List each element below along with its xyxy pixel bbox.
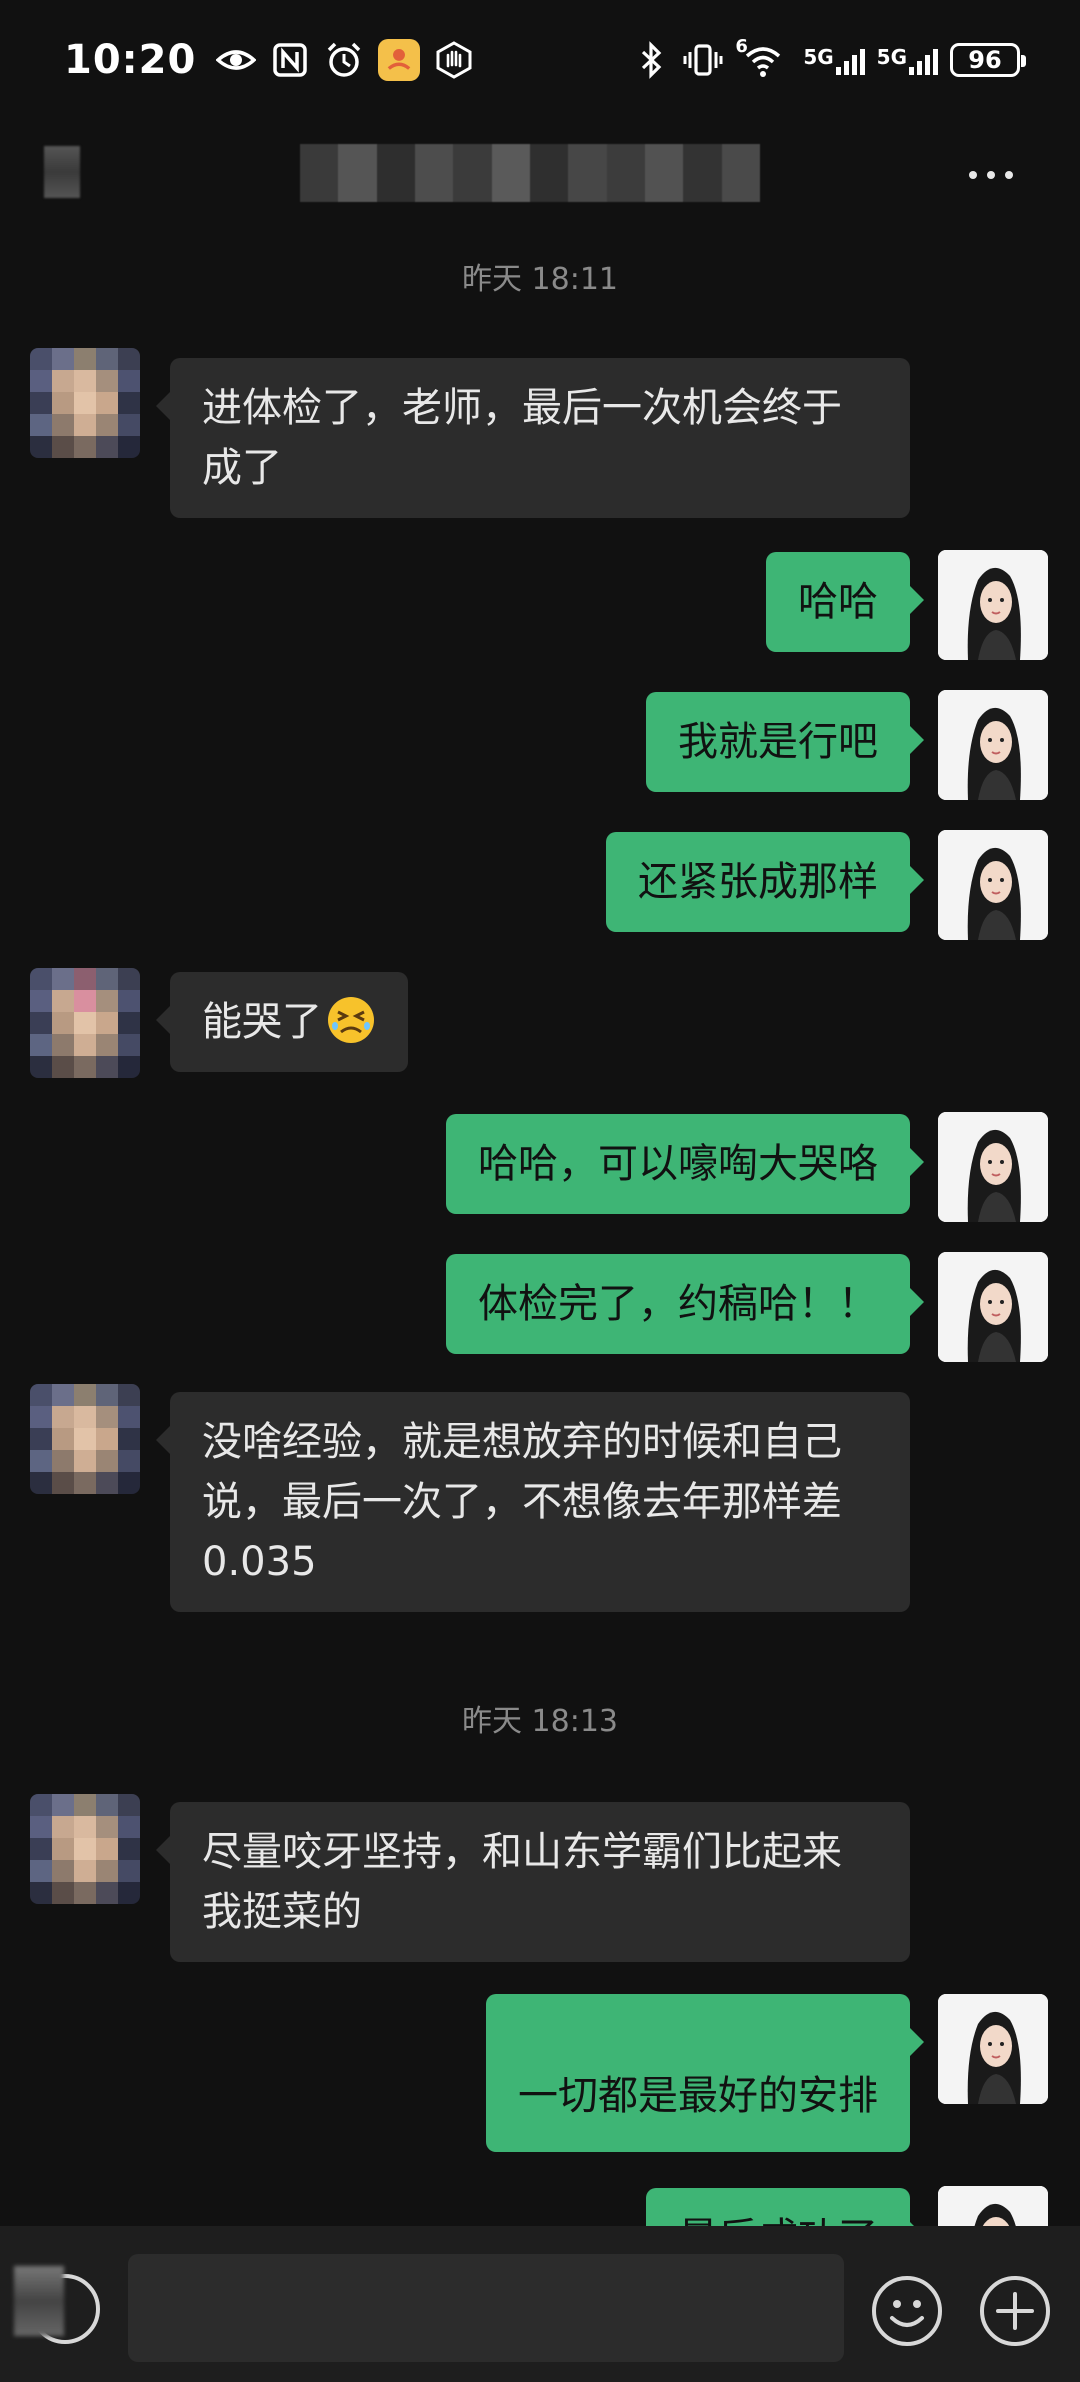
emoji-icon[interactable] (870, 2274, 944, 2348)
vibrate-icon (683, 40, 723, 80)
my-avatar[interactable] (938, 690, 1048, 800)
sent-message-bubble[interactable]: 一切都是最好的安排 (486, 1994, 924, 2152)
received-message-bubble[interactable]: 能哭了 (156, 972, 408, 1072)
contact-avatar[interactable] (30, 1794, 140, 1904)
back-icon[interactable] (44, 146, 80, 198)
partial-message-row: 最后成功了 (0, 2180, 1080, 2226)
hand-icon (434, 40, 474, 80)
app-notification-icon (378, 39, 421, 81)
received-message-bubble[interactable]: 尽量咬牙坚持，和山东学霸们比起来我挺菜的 (156, 1802, 910, 1962)
signal-5g-icon: 5G (803, 45, 865, 75)
contact-avatar[interactable] (30, 348, 140, 458)
voice-icon-blur (14, 2266, 64, 2336)
my-avatar[interactable] (938, 1112, 1048, 1222)
message-text: 能哭了 (202, 999, 322, 1045)
chat-header (0, 130, 1080, 220)
my-avatar[interactable] (938, 830, 1048, 940)
network-label-1: 5G (803, 45, 834, 69)
sent-message-bubble[interactable]: 哈哈，可以嚎啕大哭咯 (446, 1114, 924, 1214)
bluetooth-icon (631, 40, 671, 80)
battery-level: 96 (968, 46, 1002, 74)
eye-icon (216, 40, 257, 80)
contact-name-blurred (300, 144, 760, 202)
wifi-icon: 6 (735, 36, 791, 80)
status-time: 10:20 (64, 37, 197, 83)
sent-message-bubble[interactable]: 我就是行吧 (646, 692, 924, 792)
contact-avatar[interactable] (30, 968, 140, 1078)
persevering-face-icon (328, 997, 374, 1043)
input-bar (0, 2226, 1080, 2382)
nfc-icon (270, 40, 310, 80)
sent-message-bubble[interactable]: 还紧张成那样 (606, 832, 924, 932)
my-avatar[interactable] (938, 1252, 1048, 1362)
status-bar: 10:20 6 5G 5G 96 (0, 0, 1080, 120)
my-avatar[interactable] (938, 1994, 1048, 2104)
received-message-bubble[interactable]: 没啥经验，就是想放弃的时候和自己说，最后一次了，不想像去年那样差 0.035 (156, 1392, 910, 1612)
timestamp: 昨天 18:13 (462, 1704, 618, 1739)
status-icons-right: 6 5G 5G 96 (631, 36, 1026, 80)
network-label-2: 5G (876, 45, 907, 69)
more-icon[interactable] (956, 150, 1026, 200)
wifi-label: 6 (735, 36, 748, 57)
sent-message-bubble[interactable]: 最后成功了 (646, 2188, 924, 2226)
plus-icon[interactable] (978, 2274, 1052, 2348)
signal-5g-icon-2: 5G (877, 45, 938, 75)
status-icons-left (216, 39, 474, 81)
my-avatar[interactable] (938, 550, 1048, 660)
timestamp: 昨天 18:11 (462, 262, 618, 297)
message-input[interactable] (128, 2254, 844, 2362)
chat-screen: 10:20 6 5G 5G 96 昨天 18:11 进体检了，老师，最后一次机会… (0, 0, 1080, 2382)
sent-message-bubble[interactable]: 体检完了，约稿哈！！ (446, 1254, 924, 1354)
alarm-icon (324, 40, 364, 80)
my-avatar[interactable] (938, 2186, 1048, 2226)
received-message-bubble[interactable]: 进体检了，老师，最后一次机会终于成了 (156, 358, 910, 518)
sent-message-bubble[interactable]: 哈哈 (766, 552, 924, 652)
contact-avatar[interactable] (30, 1384, 140, 1494)
battery-icon: 96 (950, 43, 1026, 77)
